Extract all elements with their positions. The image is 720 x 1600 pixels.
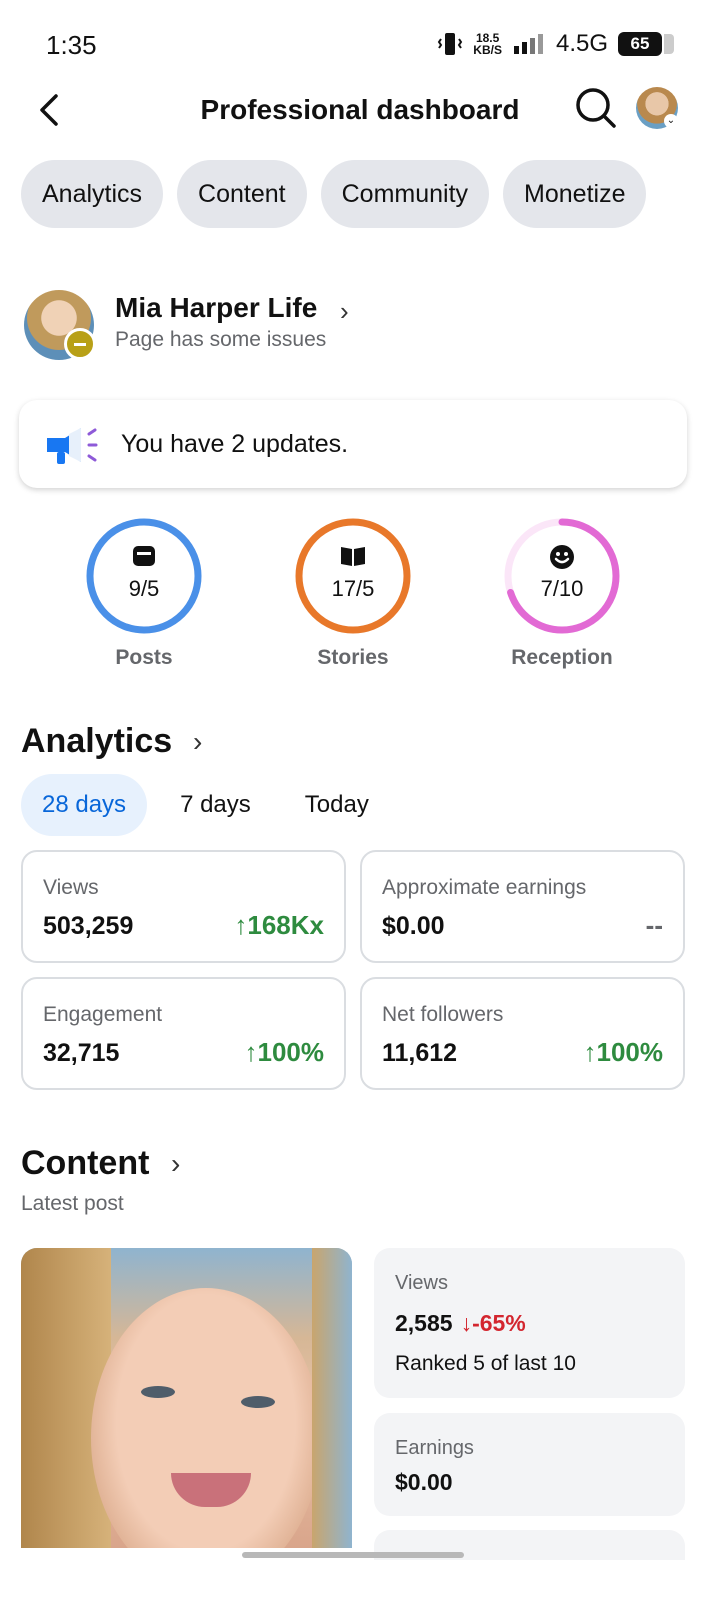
updates-text: You have 2 updates. xyxy=(121,430,349,458)
reception-ring[interactable]: 7/10 Reception xyxy=(502,516,622,669)
status-bar: 1:35 18.5 KB/S 4.5G 65 xyxy=(0,0,720,90)
page-status: Page has some issues xyxy=(115,328,327,351)
tab-content[interactable]: Content xyxy=(177,160,307,228)
stat-change: ↑100% xyxy=(583,1037,664,1067)
battery-level: 65 xyxy=(630,34,650,53)
stat-change: ↑168Kx xyxy=(234,910,324,940)
page-profile[interactable]: Mia Harper Life › Page has some issues xyxy=(24,290,704,370)
stat-label: Views xyxy=(43,876,99,899)
stat-change: -- xyxy=(645,910,663,940)
speed-unit: KB/S xyxy=(473,43,502,57)
tab-community[interactable]: Community xyxy=(320,160,490,228)
chevron-right-icon[interactable]: › xyxy=(171,1148,180,1180)
engagement-stat-card[interactable]: Engagement 32,715 ↑100% xyxy=(21,977,346,1090)
analytics-heading[interactable]: Analytics xyxy=(21,722,172,761)
posts-value: 9/5 xyxy=(128,576,160,601)
chevron-right-icon[interactable]: › xyxy=(193,726,202,758)
post-views-value: 2,585 ↓-65% xyxy=(395,1310,526,1337)
stat-label: Engagement xyxy=(43,1003,163,1026)
stat-change: ↑100% xyxy=(244,1037,325,1067)
range-28-days[interactable]: 28 days xyxy=(21,774,148,836)
stories-ring[interactable]: 17/5 Stories xyxy=(293,516,413,669)
stat-label: Approximate earnings xyxy=(382,876,587,899)
battery-icon: 65 xyxy=(618,32,674,56)
section-tabs: Analytics Content Community Monetize xyxy=(21,160,647,228)
status-indicators: 18.5 KB/S 4.5G 65 xyxy=(437,30,674,58)
post-earnings-label: Earnings xyxy=(395,1437,474,1459)
tab-analytics[interactable]: Analytics xyxy=(21,160,164,228)
network-type: 4.5G xyxy=(555,30,608,57)
top-header: Professional dashboard ⌄ xyxy=(0,80,720,140)
chevron-right-icon: › xyxy=(340,296,349,326)
page-name: Mia Harper Life xyxy=(115,292,318,323)
post-rank-text: Ranked 5 of last 10 xyxy=(395,1352,576,1375)
book-icon xyxy=(293,544,413,568)
stat-label: Net followers xyxy=(382,1003,504,1026)
reception-value: 7/10 xyxy=(540,576,584,601)
updates-card[interactable]: You have 2 updates. xyxy=(19,400,687,488)
post-icon xyxy=(84,544,204,568)
tab-monetize[interactable]: Monetize xyxy=(503,160,647,228)
network-speed: 18.5 KB/S xyxy=(473,32,502,56)
net-followers-stat-card[interactable]: Net followers 11,612 ↑100% xyxy=(360,977,685,1090)
stat-value: 32,715 xyxy=(43,1039,120,1067)
latest-post-thumbnail[interactable] xyxy=(21,1248,352,1548)
megaphone-icon xyxy=(47,428,98,464)
warning-badge-icon xyxy=(64,328,96,360)
smiley-icon xyxy=(502,544,622,570)
post-views-change: ↓-65% xyxy=(460,1310,526,1336)
views-stat-card[interactable]: Views 503,259 ↑168Kx xyxy=(21,850,346,963)
post-earnings-value: $0.00 xyxy=(395,1469,453,1495)
range-7-days[interactable]: 7 days xyxy=(159,774,272,836)
post-views-label: Views xyxy=(395,1272,448,1294)
posts-label: Posts xyxy=(115,646,173,669)
home-indicator[interactable] xyxy=(242,1552,464,1558)
range-today[interactable]: Today xyxy=(284,774,390,836)
progress-rings: 9/5 Posts 17/5 Stories 7/10 Reception xyxy=(0,516,720,676)
reception-label: Reception xyxy=(511,646,613,669)
vibrate-icon xyxy=(438,33,463,55)
post-views-number: 2,585 xyxy=(395,1310,453,1336)
earnings-stat-card[interactable]: Approximate earnings $0.00 -- xyxy=(360,850,685,963)
chevron-down-icon: ⌄ xyxy=(664,114,678,128)
stat-value: 11,612 xyxy=(382,1039,458,1067)
stat-value: $0.00 xyxy=(382,912,445,940)
status-time: 1:35 xyxy=(46,30,97,60)
date-range-tabs: 28 days 7 days Today xyxy=(21,774,402,836)
post-views-card[interactable]: Views 2,585 ↓-65% Ranked 5 of last 10 xyxy=(374,1248,685,1398)
search-button[interactable] xyxy=(574,86,618,130)
latest-post-label: Latest post xyxy=(21,1192,124,1215)
posts-ring[interactable]: 9/5 Posts xyxy=(84,516,204,669)
stories-label: Stories xyxy=(317,646,389,669)
stat-value: 503,259 xyxy=(43,912,134,940)
post-earnings-card[interactable]: Earnings $0.00 xyxy=(374,1413,685,1516)
content-heading[interactable]: Content xyxy=(21,1144,149,1183)
signal-icon xyxy=(513,34,543,54)
stories-value: 17/5 xyxy=(331,576,375,601)
